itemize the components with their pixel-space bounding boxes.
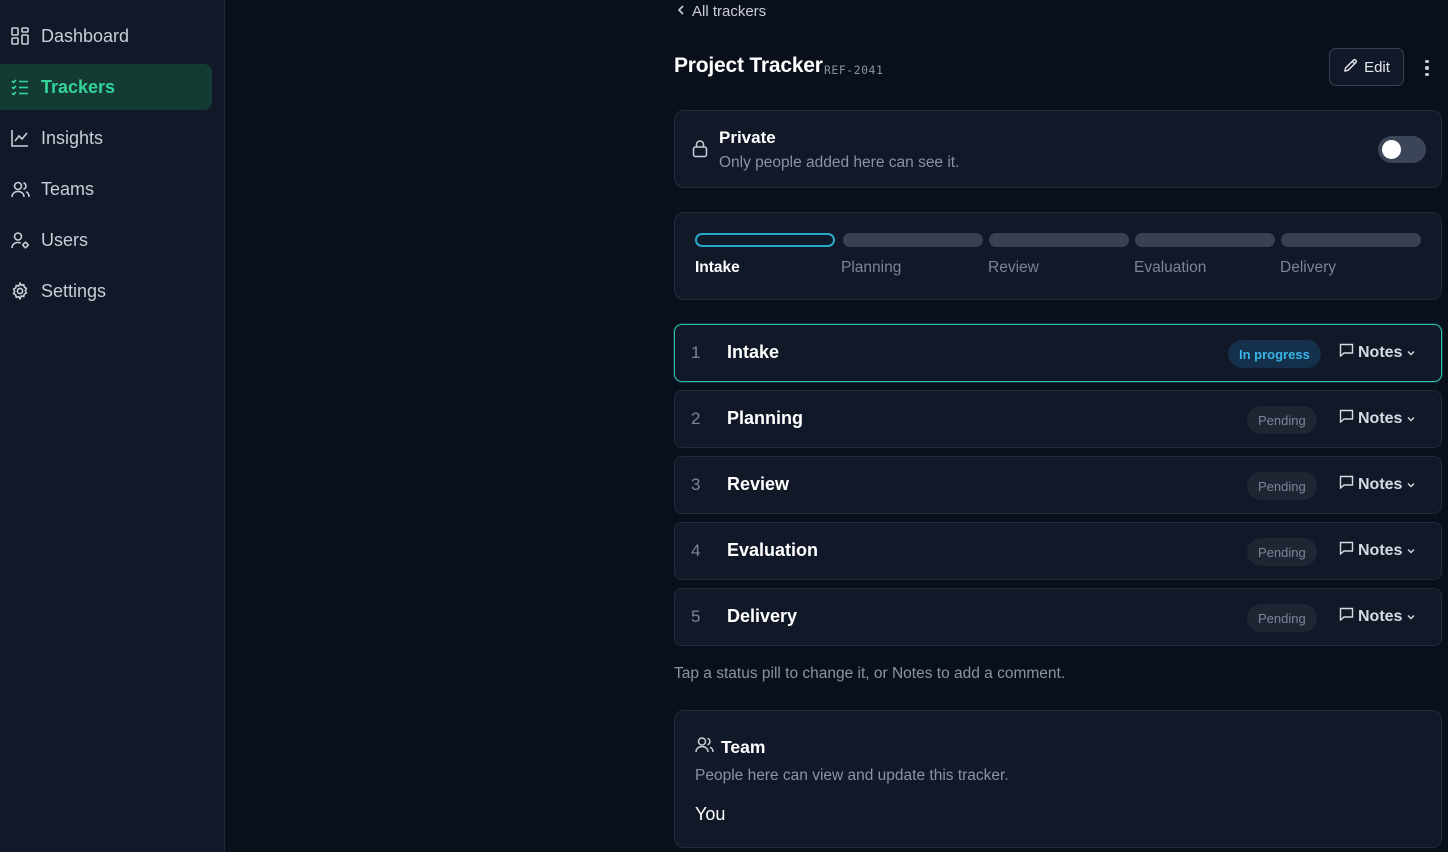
- users-icon: [695, 736, 714, 758]
- notes-dropdown[interactable]: Notes: [1339, 541, 1416, 560]
- notes-label: Notes: [1358, 475, 1403, 493]
- notes-label: Notes: [1358, 343, 1403, 361]
- back-link-label: All trackers: [692, 3, 767, 20]
- stage-row-intake[interactable]: 1 Intake In progress Notes: [674, 324, 1442, 382]
- comment-icon: [1339, 475, 1354, 494]
- stage-number: 1: [691, 343, 701, 362]
- notes-dropdown[interactable]: Notes: [1339, 475, 1416, 494]
- sidebar-item-label: Trackers: [41, 76, 116, 97]
- status-pill[interactable]: Pending: [1247, 604, 1317, 632]
- privacy-title: Private: [719, 128, 776, 147]
- chevron-down-icon: [1406, 410, 1416, 428]
- progress-label-evaluation: Evaluation: [1134, 259, 1207, 276]
- privacy-card: Private Only people added here can see i…: [674, 110, 1442, 188]
- users-icon: [10, 179, 30, 199]
- sidebar: Dashboard Trackers Insights Teams Users …: [0, 0, 225, 852]
- helper-text: Tap a status pill to change it, or Notes…: [674, 665, 1066, 682]
- stage-name: Evaluation: [727, 540, 819, 560]
- stage-name: Review: [727, 474, 790, 494]
- sidebar-item-users[interactable]: Users: [0, 217, 212, 263]
- stage-row-delivery[interactable]: 5 Delivery Pending Notes: [674, 588, 1442, 646]
- back-link[interactable]: All trackers: [676, 3, 766, 20]
- dot: [1425, 59, 1429, 64]
- status-pill[interactable]: Pending: [1247, 472, 1317, 500]
- notes-dropdown[interactable]: Notes: [1339, 343, 1416, 362]
- chevron-down-icon: [1406, 542, 1416, 560]
- stage-name: Intake: [727, 342, 780, 362]
- pencil-icon: [1343, 58, 1358, 77]
- notes-dropdown[interactable]: Notes: [1339, 607, 1416, 626]
- stage-name: Delivery: [727, 606, 798, 626]
- comment-icon: [1339, 409, 1354, 428]
- stage-row-planning[interactable]: 2 Planning Pending Notes: [674, 390, 1442, 448]
- progress-segment-planning[interactable]: [843, 233, 983, 247]
- team-heading: Team: [695, 736, 765, 758]
- chevron-down-icon: [1406, 344, 1416, 362]
- stage-number: 4: [691, 541, 701, 560]
- stage-name: Planning: [727, 408, 803, 428]
- edit-button[interactable]: Edit: [1329, 48, 1404, 86]
- more-options-button[interactable]: [1417, 56, 1437, 80]
- edit-button-label: Edit: [1364, 58, 1390, 76]
- progress-segment-delivery[interactable]: [1281, 233, 1421, 247]
- reference-code: REF-2041: [824, 63, 884, 77]
- chevron-down-icon: [1406, 608, 1416, 626]
- sidebar-item-trackers[interactable]: Trackers: [0, 64, 212, 110]
- gear-icon: [10, 281, 30, 301]
- privacy-description: Only people added here can see it.: [719, 154, 960, 171]
- chevron-down-icon: [1406, 476, 1416, 494]
- toggle-knob: [1382, 140, 1401, 159]
- sidebar-item-label: Users: [41, 229, 89, 250]
- dot: [1425, 66, 1429, 70]
- progress-segment-evaluation[interactable]: [1135, 233, 1275, 247]
- status-pill[interactable]: In progress: [1228, 340, 1321, 368]
- sidebar-item-label: Dashboard: [41, 25, 130, 46]
- stage-number: 3: [691, 475, 701, 494]
- progress-label-planning: Planning: [841, 259, 902, 276]
- notes-label: Notes: [1358, 409, 1403, 427]
- comment-icon: [1339, 343, 1354, 362]
- grid-icon: [10, 26, 30, 46]
- sidebar-item-label: Settings: [41, 280, 107, 301]
- progress-label-review: Review: [988, 259, 1039, 276]
- notes-label: Notes: [1358, 541, 1403, 559]
- progress-label-delivery: Delivery: [1280, 259, 1336, 276]
- status-pill[interactable]: Pending: [1247, 538, 1317, 566]
- progress-segment-review[interactable]: [989, 233, 1129, 247]
- sidebar-item-label: Insights: [41, 127, 104, 148]
- private-toggle[interactable]: [1378, 136, 1426, 163]
- team-description: People here can view and update this tra…: [695, 767, 1009, 784]
- team-title: Team: [721, 736, 766, 757]
- sidebar-item-insights[interactable]: Insights: [0, 115, 212, 161]
- sidebar-item-label: Teams: [41, 178, 95, 199]
- lock-icon: [692, 139, 708, 163]
- stage-number: 2: [691, 409, 701, 428]
- page-title: Project Tracker: [674, 54, 823, 77]
- progress-segment-intake[interactable]: [695, 233, 835, 247]
- user-cog-icon: [10, 230, 30, 250]
- comment-icon: [1339, 541, 1354, 560]
- chevron-left-icon: [676, 3, 686, 20]
- stage-row-review[interactable]: 3 Review Pending Notes: [674, 456, 1442, 514]
- sidebar-item-dashboard[interactable]: Dashboard: [0, 13, 212, 59]
- team-card: Team People here can view and update thi…: [674, 710, 1442, 848]
- stage-row-evaluation[interactable]: 4 Evaluation Pending Notes: [674, 522, 1442, 580]
- sidebar-item-teams[interactable]: Teams: [0, 166, 212, 212]
- stage-progress-card: Intake Planning Review Evaluation Delive…: [674, 212, 1442, 300]
- stage-number: 5: [691, 607, 701, 626]
- sidebar-item-settings[interactable]: Settings: [0, 268, 212, 314]
- dot: [1425, 72, 1429, 77]
- comment-icon: [1339, 607, 1354, 626]
- progress-label-intake: Intake: [695, 259, 740, 276]
- notes-dropdown[interactable]: Notes: [1339, 409, 1416, 428]
- list-check-icon: [10, 77, 30, 97]
- chart-line-icon: [10, 128, 30, 148]
- team-member: You: [695, 804, 726, 824]
- notes-label: Notes: [1358, 607, 1403, 625]
- status-pill[interactable]: Pending: [1247, 406, 1317, 434]
